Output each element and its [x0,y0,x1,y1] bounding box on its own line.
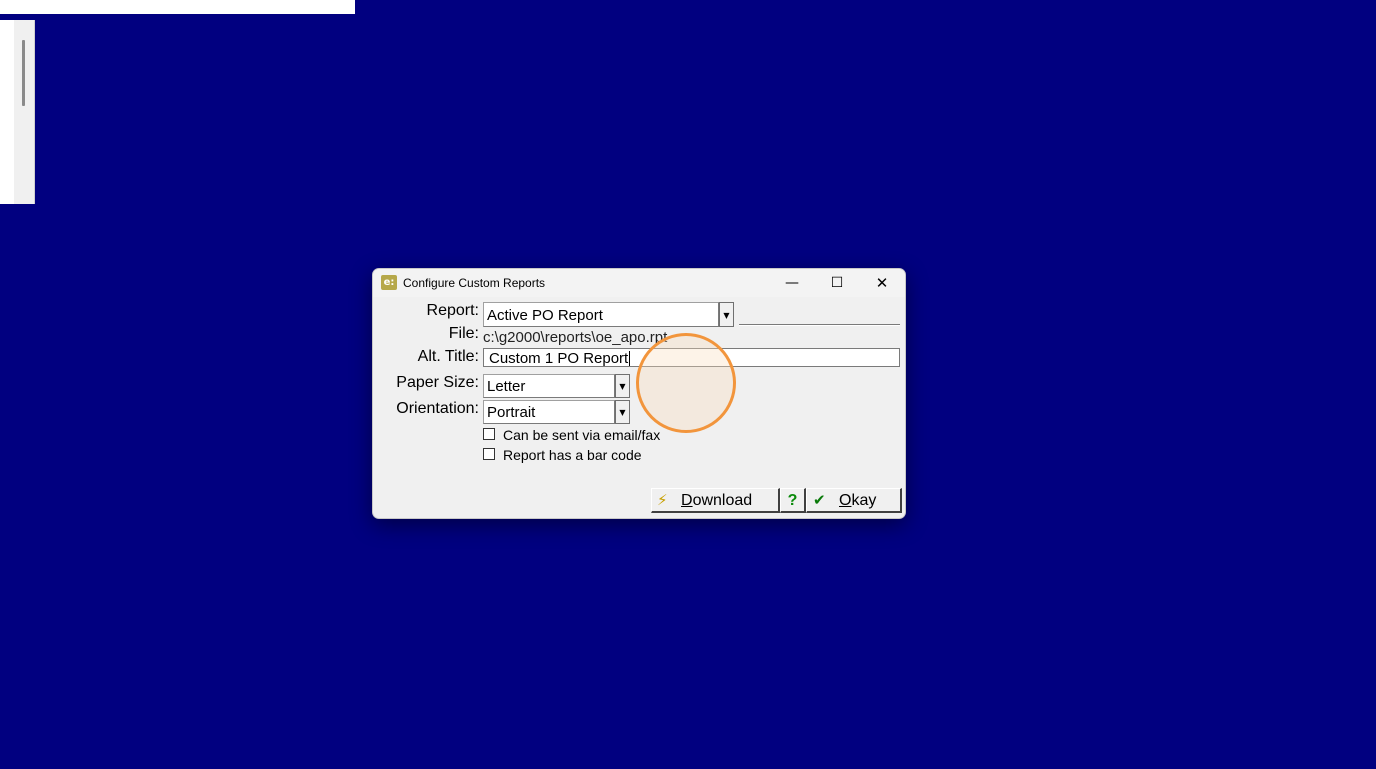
paper-size-dropdown[interactable]: Letter [483,374,615,398]
lightning-icon: ⚡ [657,491,668,509]
file-path-value: c:\g2000\reports\oe_apo.rpt [483,329,668,346]
email-fax-label: Can be sent via email/fax [503,427,661,443]
report-dropdown-arrow[interactable]: ▼ [719,302,734,327]
okay-label: Okay [839,492,877,509]
paper-size-label: Paper Size: [396,374,479,391]
checkmark-icon: ✔ [813,491,826,509]
download-button[interactable]: ⚡ Download [651,488,780,513]
text-cursor [629,351,631,366]
email-fax-checkbox[interactable] [483,428,495,441]
bar-code-checkbox[interactable] [483,448,495,461]
alt-title-label: Alt. Title: [417,348,479,365]
file-label: File: [448,325,479,342]
orientation-dropdown-arrow[interactable]: ▼ [615,400,630,424]
okay-label-rest: kay [851,492,877,509]
download-label-rest: ownload [692,492,753,509]
minimize-button[interactable]: — [769,269,815,297]
orientation-dropdown[interactable]: Portrait [483,400,615,424]
paper-size-dropdown-arrow[interactable]: ▼ [615,374,630,398]
background-window-panel [0,20,35,204]
maximize-button[interactable]: ☐ [814,269,860,297]
bar-code-checkbox-row[interactable]: Report has a bar code [483,447,642,463]
scrollbar-thumb[interactable] [22,40,25,106]
app-icon: e: [381,275,397,290]
alt-title-value: Custom 1 PO Report [489,350,629,367]
download-label: Download [681,492,753,509]
report-dropdown[interactable]: Active PO Report [483,302,719,327]
report-separator-line [739,324,900,326]
bar-code-label: Report has a bar code [503,447,642,463]
title-bar[interactable]: e: Configure Custom Reports — ☐ ✕ [373,269,905,297]
close-button[interactable]: ✕ [859,269,905,297]
orientation-label: Orientation: [396,400,479,417]
help-button[interactable]: ? [780,488,806,513]
background-window-strip [0,0,355,14]
paper-size-value: Letter [487,378,526,395]
report-label: Report: [426,302,479,319]
mouse-cursor-highlight [636,333,736,433]
report-dropdown-value: Active PO Report [487,307,603,324]
okay-button[interactable]: ✔ Okay [806,488,902,513]
orientation-value: Portrait [487,404,536,421]
window-title: Configure Custom Reports [403,276,546,290]
email-fax-checkbox-row[interactable]: Can be sent via email/fax [483,427,660,443]
